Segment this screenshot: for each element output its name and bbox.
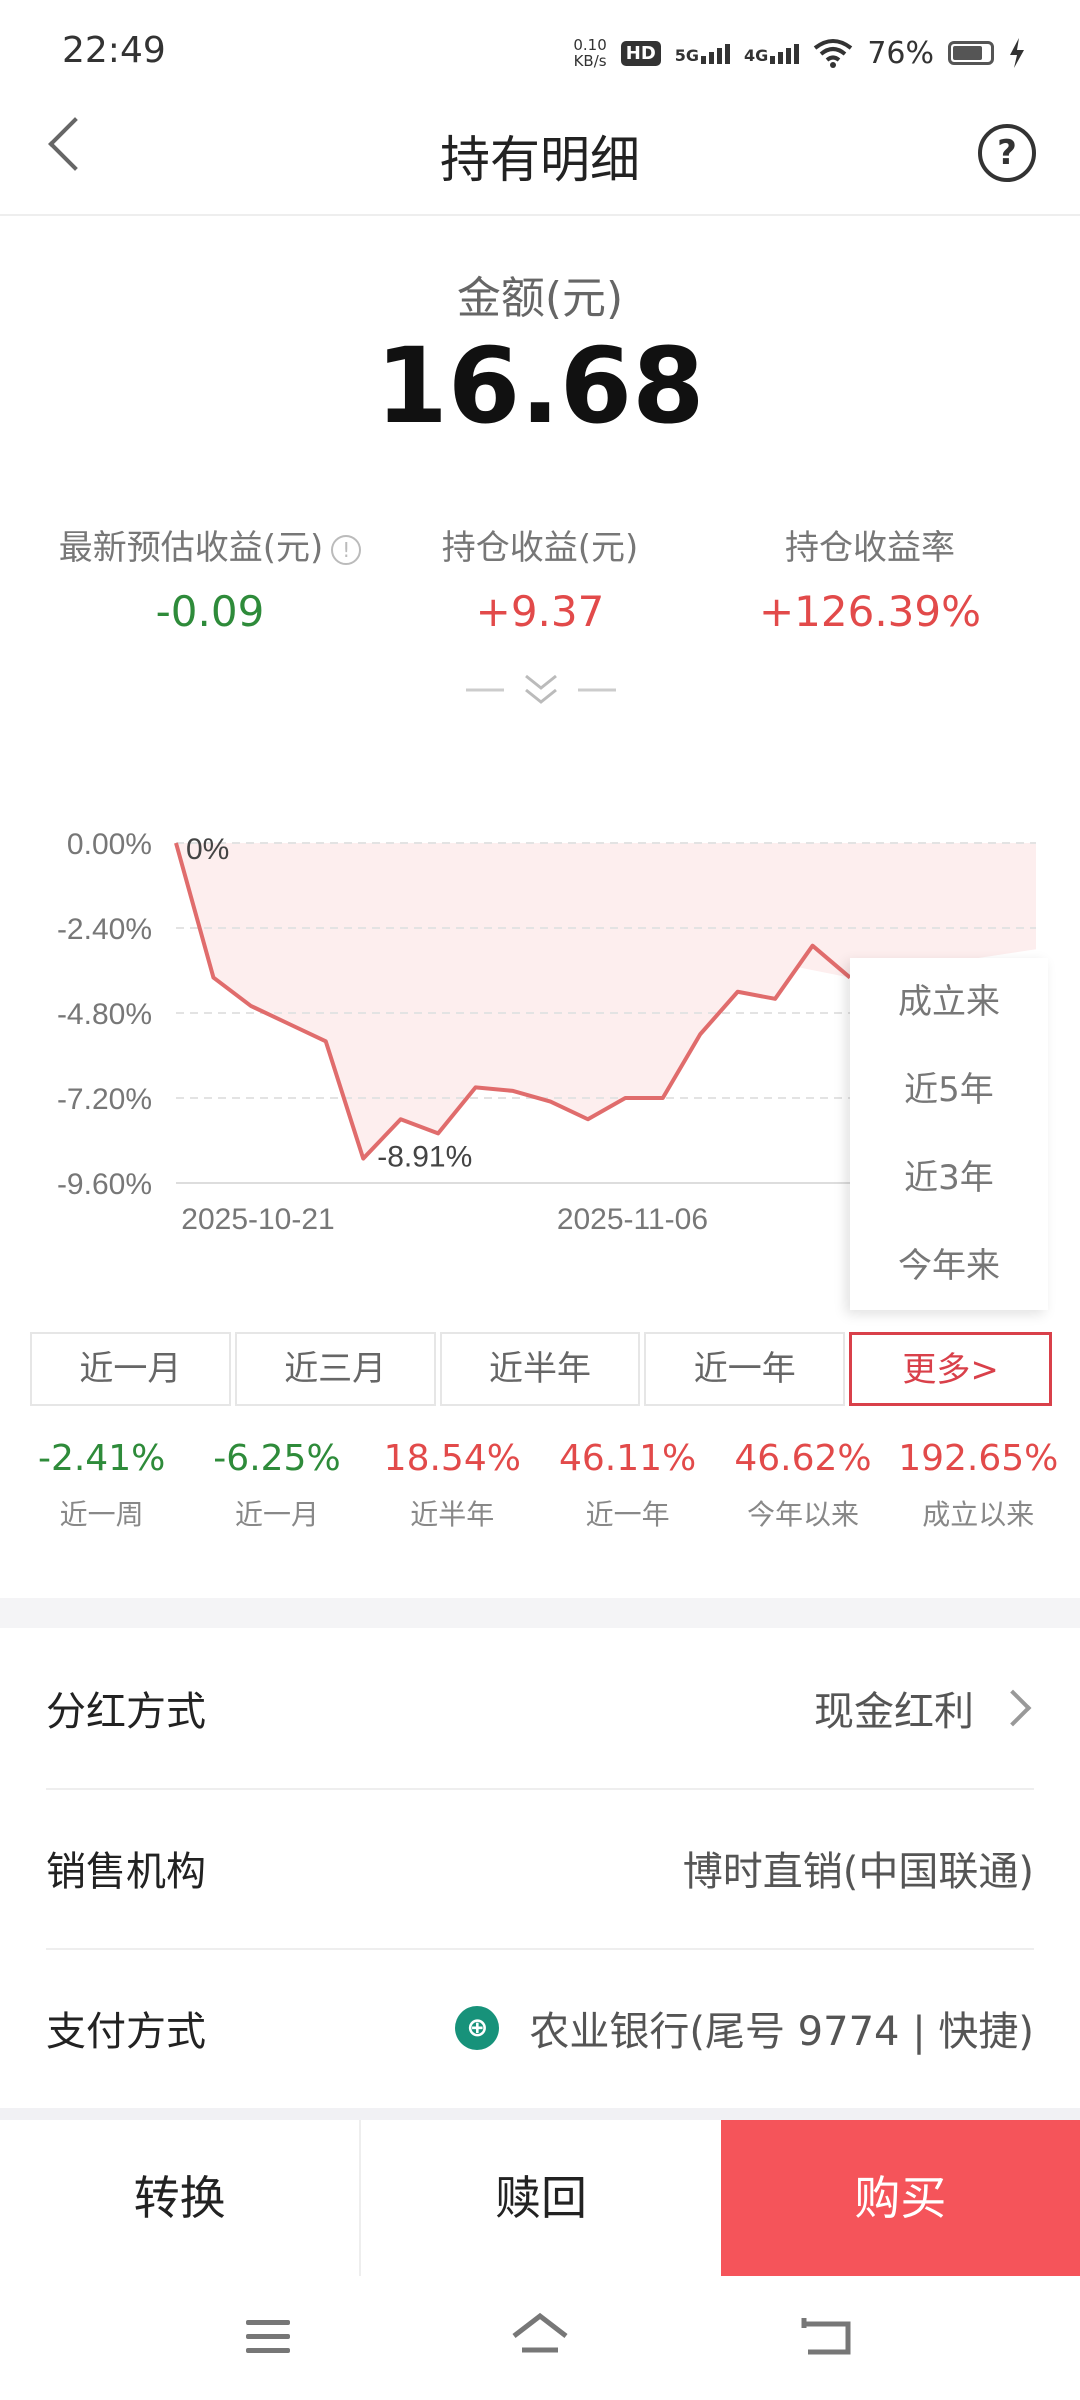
- tab-1-month[interactable]: 近一月: [30, 1332, 231, 1406]
- wifi-icon: [814, 39, 853, 68]
- dropdown-item-5-years[interactable]: 近5年: [850, 1046, 1048, 1134]
- row-value: 农业银行(尾号 9774 | 快捷): [529, 2009, 1034, 2055]
- dropdown-item-since-inception[interactable]: 成立来: [850, 958, 1048, 1046]
- amount-label: 金额(元): [456, 273, 624, 324]
- charging-icon: [1010, 38, 1024, 68]
- row-payment-method: 支付方式 ⊕ 农业银行(尾号 9774 | 快捷): [46, 1948, 1034, 2108]
- stat-value: -0.09: [155, 587, 265, 636]
- redeem-button[interactable]: 赎回: [359, 2120, 721, 2276]
- return-1-year: 46.11% 近一年: [559, 1438, 697, 1531]
- row-value: 博时直销(中国联通): [682, 1849, 1034, 1895]
- page-title: 持有明细: [440, 131, 640, 189]
- stat-position-profit: 持仓收益(元) +9.37: [360, 520, 720, 636]
- period-tabs: 近一月 近三月 近半年 近一年 更多>: [30, 1332, 1052, 1406]
- row-label: 分红方式: [46, 1689, 206, 1735]
- period-returns: -2.41% 近一周 -6.25% 近一月 18.54% 近半年 46.11% 近一年 …: [0, 1438, 1080, 1533]
- buy-button[interactable]: 购买: [720, 2120, 1080, 2276]
- network-speed: 0.10 KB/s: [573, 36, 607, 70]
- y-tick-label: -2.40%: [57, 913, 152, 946]
- header-divider: [0, 214, 1080, 216]
- tab-more[interactable]: 更多>: [849, 1332, 1052, 1406]
- x-tick-label: 2025-11-06: [557, 1203, 708, 1236]
- convert-button[interactable]: 转换: [0, 2120, 360, 2276]
- row-sales-agency: 销售机构 博时直销(中国联通): [46, 1788, 1034, 1950]
- row-label: 支付方式: [46, 2009, 206, 2055]
- expand-chevron-icon[interactable]: [466, 668, 616, 712]
- stat-profit-rate: 持仓收益率 +126.39%: [690, 520, 1050, 636]
- y-tick-label: -7.20%: [57, 1083, 152, 1116]
- section-divider: [0, 2108, 1080, 2120]
- chevron-right-icon: [994, 1689, 1032, 1727]
- y-tick-label: -4.80%: [57, 998, 152, 1031]
- row-dividend-method[interactable]: 分红方式 现金红利: [46, 1628, 1034, 1790]
- signal-5g-icon: 5G: [675, 42, 731, 64]
- return-ytd: 46.62% 今年以来: [734, 1438, 872, 1531]
- stat-value: +9.37: [475, 587, 605, 636]
- signal-4g-icon: 4G: [744, 42, 800, 64]
- stat-value: +126.39%: [758, 587, 982, 636]
- tab-6-months[interactable]: 近半年: [439, 1332, 641, 1406]
- stat-estimated-profit: 最新预估收益(元)! -0.09: [30, 520, 390, 636]
- back-nav-icon[interactable]: [800, 2314, 854, 2360]
- help-icon[interactable]: ?: [978, 124, 1036, 182]
- row-label: 销售机构: [46, 1849, 206, 1895]
- dropdown-item-3-years[interactable]: 近3年: [850, 1134, 1048, 1222]
- return-6-months: 18.54% 近半年: [383, 1438, 521, 1531]
- abc-bank-icon: ⊕: [455, 2006, 500, 2050]
- data-label: 0%: [186, 833, 229, 866]
- action-bar: 转换 赎回 购买: [0, 2120, 1080, 2276]
- y-tick-label: 0.00%: [67, 828, 152, 861]
- x-tick-label: 2025-10-21: [181, 1203, 334, 1236]
- dropdown-item-ytd[interactable]: 今年来: [850, 1222, 1048, 1310]
- status-icons: 0.10 KB/s HD 5G 4G 76%: [573, 28, 1026, 78]
- data-label: -8.91%: [377, 1141, 472, 1174]
- section-divider: [0, 1598, 1080, 1628]
- home-icon[interactable]: [510, 2312, 570, 2358]
- status-time: 22:49: [62, 30, 166, 71]
- period-dropdown: 成立来 近5年 近3年 今年来: [850, 958, 1048, 1310]
- return-1-month: -6.25% 近一月: [213, 1438, 341, 1531]
- return-1-week: -2.41% 近一周: [37, 1438, 166, 1531]
- menu-icon[interactable]: [246, 2320, 290, 2362]
- return-since-inception: 192.65% 成立以来: [898, 1438, 1059, 1531]
- amount-value: 16.68: [375, 325, 705, 447]
- battery-icon: [948, 41, 994, 65]
- battery-percent: 76%: [867, 35, 934, 71]
- row-value: 现金红利: [814, 1689, 974, 1735]
- info-icon[interactable]: !: [331, 534, 362, 565]
- tab-3-months[interactable]: 近三月: [234, 1332, 436, 1406]
- tab-1-year[interactable]: 近一年: [644, 1332, 846, 1406]
- hd-icon: HD: [620, 40, 661, 66]
- y-tick-label: -9.60%: [57, 1168, 152, 1201]
